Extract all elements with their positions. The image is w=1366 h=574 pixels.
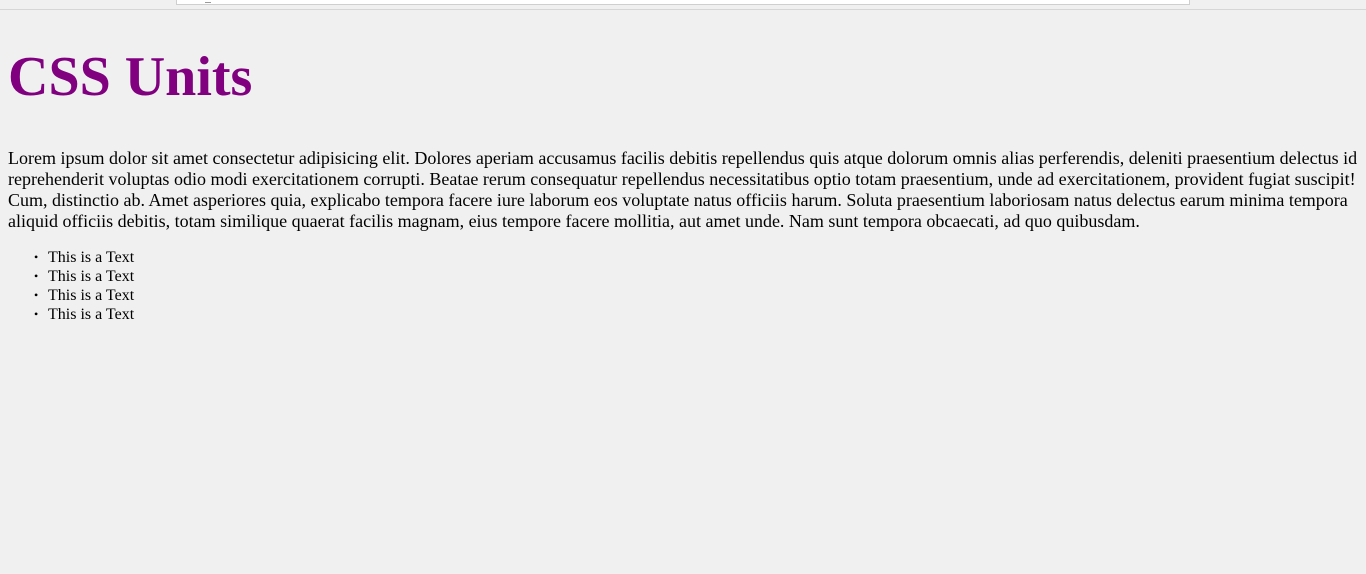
list-item-label: This is a Text	[48, 268, 135, 285]
list-item: • This is a Text	[34, 305, 1358, 324]
body-paragraph: Lorem ipsum dolor sit amet consectetur a…	[8, 148, 1358, 231]
list-item: • This is a Text	[34, 267, 1358, 286]
list-item-label: This is a Text	[48, 306, 135, 323]
address-bar[interactable]	[176, 0, 1190, 5]
browser-toolbar	[0, 0, 1366, 10]
search-icon	[205, 0, 211, 3]
bullet-icon: •	[34, 250, 39, 264]
bullet-icon: •	[34, 307, 39, 321]
list-item-label: This is a Text	[48, 249, 135, 266]
page-title: CSS Units	[8, 46, 253, 108]
list-item: • This is a Text	[34, 248, 1358, 267]
bullet-icon: •	[34, 288, 39, 302]
bullet-icon: •	[34, 269, 39, 283]
page-content: CSS Units Lorem ipsum dolor sit amet con…	[8, 10, 1358, 324]
text-list: • This is a Text • This is a Text • This is…	[8, 248, 1358, 324]
list-item: • This is a Text	[34, 286, 1358, 305]
list-item-label: This is a Text	[48, 287, 135, 304]
